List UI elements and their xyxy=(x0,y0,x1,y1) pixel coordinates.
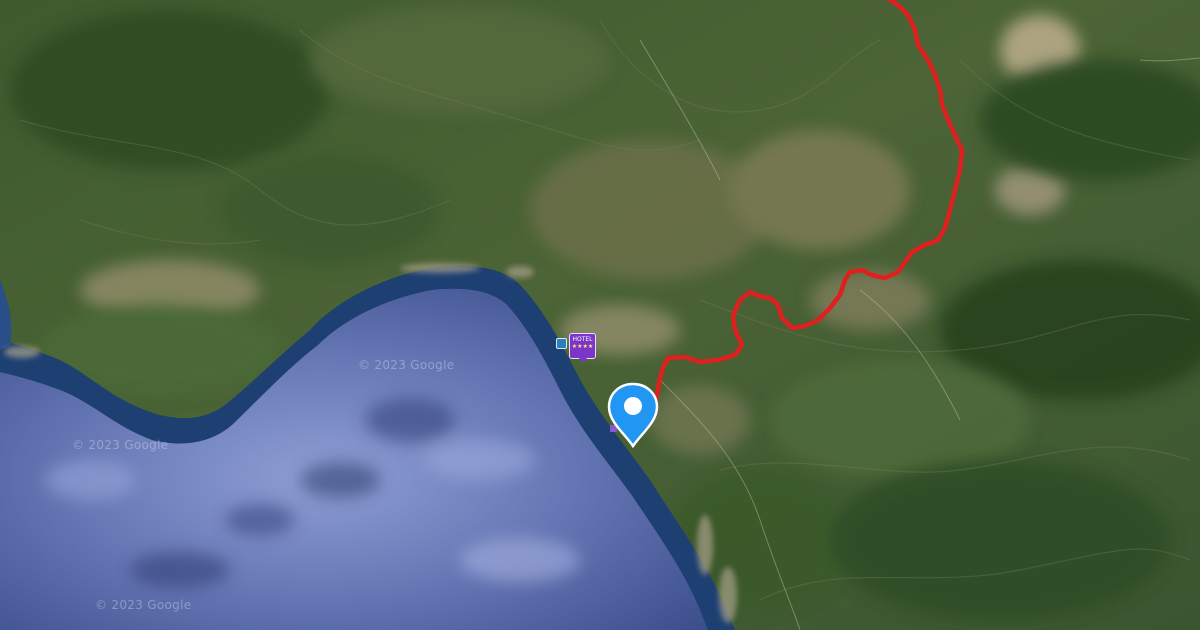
map-view[interactable]: © 2023 Google © 2023 Google © 2023 Googl… xyxy=(0,0,1200,630)
hotel-icon[interactable]: HOTEL ★★★★ xyxy=(569,333,596,363)
map-watermark: © 2023 Google xyxy=(72,438,169,452)
poi-icon[interactable] xyxy=(556,338,567,349)
hotel-marker-pointer xyxy=(579,358,587,363)
hotel-stars: ★★★★ xyxy=(571,343,594,350)
map-watermark: © 2023 Google xyxy=(95,598,192,612)
map-pin-icon[interactable] xyxy=(607,382,659,448)
hotel-label: HOTEL xyxy=(572,336,593,343)
map-watermark: © 2023 Google xyxy=(358,358,455,372)
satellite-imagery xyxy=(0,0,1200,630)
